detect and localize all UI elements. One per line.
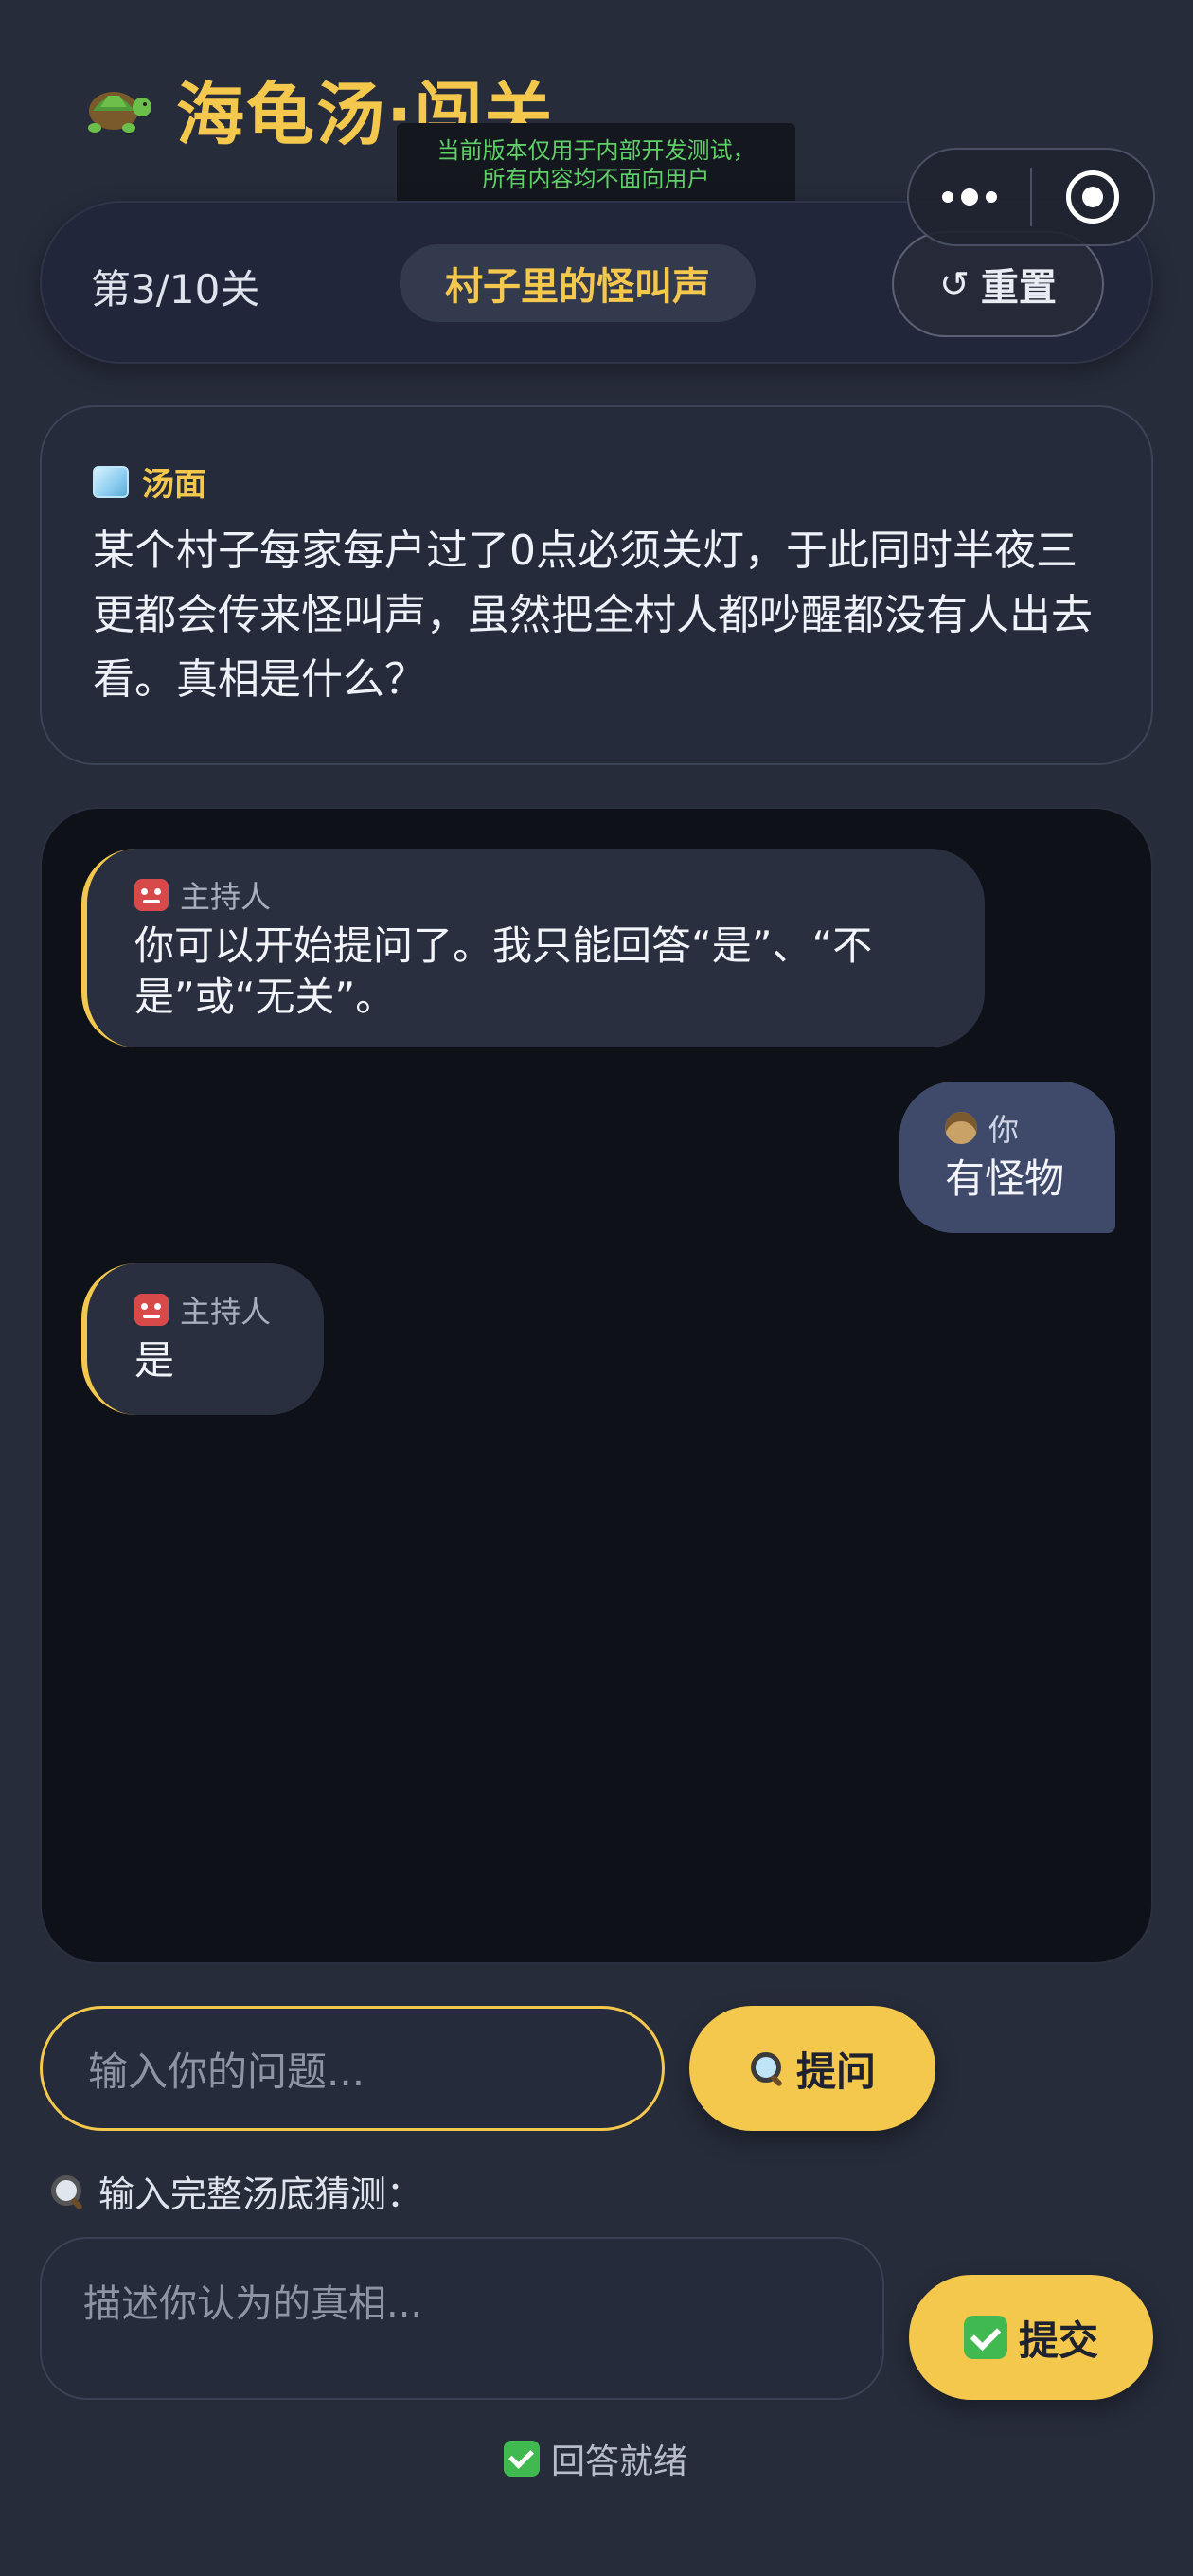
sender-name: 主持人 (180, 1294, 272, 1330)
robot-icon (134, 1294, 169, 1326)
ice-cube-icon (93, 465, 129, 498)
chat-panel[interactable]: 主持人 你可以开始提问了。我只能回答“是”、“不是”或“无关”。 你 有怪物 主… (40, 807, 1153, 1964)
magnifier-icon (749, 2050, 785, 2086)
check-icon (504, 2441, 540, 2477)
reset-button[interactable]: ↺ 重置 (892, 231, 1104, 337)
riddle-label: 汤面 (142, 466, 206, 504)
message-sender: 主持人 (134, 873, 985, 917)
guess-section-label: 输入完整汤底猜测： (49, 2165, 422, 2217)
capsule-menu (907, 148, 1155, 246)
submit-button[interactable]: 提交 (909, 2275, 1153, 2400)
message-text: 是 (134, 1337, 175, 1384)
guess-textarea[interactable]: 描述你认为的真相... (40, 2237, 884, 2400)
guess-placeholder: 描述你认为的真相... (83, 2282, 423, 2326)
robot-icon (134, 879, 169, 911)
magnifier-icon (49, 2174, 85, 2209)
check-icon (963, 2316, 1007, 2359)
turtle-icon (88, 91, 151, 133)
chat-message-host: 主持人 你可以开始提问了。我只能回答“是”、“不是”或“无关”。 (81, 849, 985, 1047)
guess-label-text: 输入完整汤底猜测： (98, 2174, 423, 2215)
message-sender: 你 (945, 1106, 1115, 1150)
question-placeholder: 输入你的问题... (88, 2048, 365, 2095)
submit-label: 提交 (1018, 2317, 1098, 2364)
close-miniprogram-icon[interactable] (1032, 150, 1153, 244)
level-name-chip: 村子里的怪叫声 (400, 244, 756, 322)
reset-label: 重置 (980, 266, 1057, 310)
message-text: 你可以开始提问了。我只能回答“是”、“不是”或“无关”。 (134, 922, 873, 1020)
reset-icon: ↺ (939, 263, 970, 305)
dev-notice: 当前版本仅用于内部开发测试， 所有内容均不面向用户 (397, 123, 795, 210)
dev-notice-line: 当前版本仅用于内部开发测试， (436, 137, 756, 164)
level-progress: 第3/10关 (91, 266, 260, 313)
riddle-header: 汤面 (93, 458, 206, 505)
ask-button[interactable]: 提问 (689, 2006, 935, 2131)
question-input[interactable]: 输入你的问题... (40, 2006, 665, 2131)
dev-notice-line: 所有内容均不面向用户 (482, 166, 710, 192)
ask-label: 提问 (795, 2048, 876, 2095)
sender-name: 你 (988, 1112, 1020, 1148)
message-sender: 主持人 (134, 1288, 324, 1332)
message-text: 有怪物 (945, 1155, 1065, 1202)
chat-message-host: 主持人 是 (81, 1263, 324, 1415)
status-text: 回答就绪 (551, 2442, 688, 2481)
riddle-text: 某个村子每家每户过了0点必须关灯，于此同时半夜三更都会传来怪叫声，虽然把全村人都… (93, 527, 1093, 704)
chat-message-user: 你 有怪物 (899, 1082, 1115, 1233)
user-avatar-icon (945, 1112, 977, 1144)
status-indicator: 回答就绪 (504, 2434, 687, 2483)
more-options-icon[interactable] (909, 150, 1030, 244)
sender-name: 主持人 (180, 879, 272, 915)
